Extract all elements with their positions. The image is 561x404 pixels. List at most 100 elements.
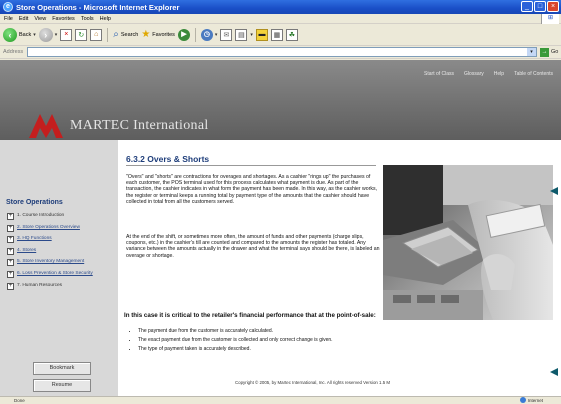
- dropdown-arrow-icon[interactable]: ▾: [250, 32, 253, 38]
- window-title: Store Operations - Microsoft Internet Ex…: [16, 2, 180, 12]
- sidebar-buttons: Bookmark Resume: [33, 362, 91, 396]
- expand-icon[interactable]: +: [7, 224, 14, 232]
- sidebar-item-hq-functions[interactable]: + 3. HQ Functions: [7, 236, 115, 244]
- mail-icon[interactable]: ✉: [220, 28, 233, 41]
- sidebar-item-store-operations-overview[interactable]: + 2. Store Operations Overview: [7, 224, 115, 232]
- history-icon: ◷: [200, 28, 213, 41]
- nav-start-of-class[interactable]: Start of Class: [424, 71, 454, 77]
- nav-help[interactable]: Help: [494, 71, 504, 77]
- sidebar-item-label[interactable]: 4. Stores: [17, 248, 36, 254]
- address-dropdown-icon[interactable]: ▾: [527, 48, 536, 56]
- nav-table-of-contents[interactable]: Table of Contents: [514, 71, 553, 77]
- expand-icon[interactable]: +: [7, 236, 14, 244]
- address-input[interactable]: ▾: [27, 47, 537, 57]
- star-icon: ★: [141, 29, 151, 40]
- menu-edit[interactable]: Edit: [19, 16, 28, 22]
- title-bar: e Store Operations - Microsoft Internet …: [0, 0, 561, 14]
- internet-zone-icon: [519, 397, 526, 403]
- expand-icon[interactable]: +: [7, 247, 14, 255]
- expand-icon[interactable]: +: [7, 270, 14, 278]
- ie-icon: e: [3, 2, 13, 12]
- expand-icon[interactable]: +: [7, 213, 14, 220]
- back-label: Back: [19, 31, 32, 38]
- critical-statement: In this case it is critical to the retai…: [124, 312, 376, 319]
- bookmark-button[interactable]: Bookmark: [33, 362, 91, 375]
- sidebar-item-loss-prevention[interactable]: + 6. Loss Prevention & Store Security: [7, 270, 115, 278]
- bullet-list: The payment due from the customer is acc…: [138, 328, 468, 355]
- menu-view[interactable]: View: [34, 16, 46, 22]
- toolbar-separator: [194, 27, 196, 42]
- status-bar: Done Internet: [0, 396, 561, 404]
- windows-logo-icon: ⊞: [541, 14, 559, 24]
- stop-icon[interactable]: ×: [60, 28, 73, 41]
- brand-name: MARTEC International: [70, 118, 209, 133]
- security-zone: Internet: [519, 397, 543, 403]
- cashier-photo: [383, 165, 553, 320]
- menu-tools[interactable]: Tools: [81, 16, 94, 22]
- sidebar-item-label[interactable]: 7. Human Resources: [17, 283, 62, 289]
- previous-arrow-icon[interactable]: [550, 368, 558, 376]
- title-divider: [126, 165, 376, 166]
- history-button[interactable]: ◷ ▾: [200, 28, 218, 41]
- status-text: Done: [14, 398, 25, 403]
- address-bar: Address ▾ → Go: [0, 46, 561, 59]
- sidebar-item-label[interactable]: 2. Store Operations Overview: [17, 225, 80, 231]
- menu-file[interactable]: File: [4, 16, 13, 22]
- media-button[interactable]: ▶: [177, 28, 190, 41]
- forward-arrow-icon: ›: [38, 27, 53, 42]
- toolbar: ‹ Back ▾ › ▾ × ↻ ⌂ ⌕ Search ★ Favorites …: [0, 24, 561, 46]
- address-label: Address: [3, 49, 24, 55]
- close-button[interactable]: ×: [547, 1, 559, 12]
- sidebar-item-label[interactable]: 3. HQ Functions: [17, 236, 52, 242]
- refresh-icon[interactable]: ↻: [75, 28, 88, 41]
- list-item: The exact payment due from the customer …: [138, 337, 468, 343]
- home-icon[interactable]: ⌂: [90, 28, 103, 41]
- maximize-button[interactable]: □: [534, 1, 546, 12]
- browser-window: e Store Operations - Microsoft Internet …: [0, 0, 561, 404]
- sidebar-title: Store Operations: [6, 199, 63, 206]
- window-controls: _ □ ×: [521, 1, 559, 12]
- paragraph-overs-shorts: "Overs" and "shorts" are contractions fo…: [126, 174, 378, 205]
- dropdown-arrow-icon: ▾: [33, 31, 36, 38]
- page-title: 6.3.2 Overs & Shorts: [126, 154, 210, 164]
- sidebar-item-label[interactable]: 6. Loss Prevention & Store Security: [17, 271, 93, 277]
- discuss-icon[interactable]: ▦: [270, 28, 283, 41]
- list-item: The type of payment taken is accurately …: [138, 346, 468, 352]
- minimize-button[interactable]: _: [521, 1, 533, 12]
- menu-favorites[interactable]: Favorites: [52, 16, 75, 22]
- favorites-button[interactable]: ★ Favorites: [141, 29, 175, 40]
- expand-icon[interactable]: +: [7, 259, 14, 267]
- sidebar-item-label[interactable]: 1. Course Introduction: [17, 213, 64, 219]
- search-label: Search: [120, 31, 139, 38]
- sidebar-item-store-inventory-management[interactable]: + 5. Store Inventory Management: [7, 259, 115, 267]
- menu-bar: File Edit View Favorites Tools Help ⊞: [0, 14, 561, 24]
- go-arrow-icon[interactable]: →: [540, 47, 549, 57]
- next-arrow-icon[interactable]: [550, 187, 558, 195]
- nav-glossary[interactable]: Glossary: [464, 71, 484, 77]
- resume-button[interactable]: Resume: [33, 379, 91, 392]
- back-button[interactable]: ‹ Back ▾: [3, 27, 36, 42]
- forward-button[interactable]: › ▾: [38, 27, 57, 42]
- paragraph-end-of-shift: At the end of the shift, or sometimes mo…: [126, 234, 380, 259]
- sidebar-item-label[interactable]: 5. Store Inventory Management: [17, 259, 84, 265]
- go-button[interactable]: Go: [551, 49, 558, 55]
- sidebar-item-course-introduction[interactable]: + 1. Course Introduction: [7, 213, 115, 220]
- site-header: Start of Class Glossary Help Table of Co…: [0, 60, 561, 140]
- sidebar: Store Operations + 1. Course Introductio…: [0, 140, 118, 396]
- martec-logo-icon: [29, 114, 63, 138]
- favorites-label: Favorites: [152, 31, 175, 38]
- dropdown-arrow-icon: ▾: [214, 31, 218, 38]
- search-button[interactable]: ⌕ Search: [113, 29, 138, 40]
- copyright-text: Copyright © 2005, by Martec Internationa…: [235, 380, 391, 385]
- main-content: 6.3.2 Overs & Shorts "Overs" and "shorts…: [118, 140, 561, 396]
- edit-icon[interactable]: ▬: [255, 28, 268, 41]
- toolbar-separator: [107, 27, 109, 42]
- sidebar-item-human-resources[interactable]: + 7. Human Resources: [7, 282, 115, 290]
- sidebar-item-stores[interactable]: + 4. Stores: [7, 247, 115, 255]
- messenger-icon[interactable]: ☘: [285, 28, 298, 41]
- expand-icon[interactable]: +: [7, 282, 14, 290]
- list-item: The payment due from the customer is acc…: [138, 328, 468, 334]
- page-content: Start of Class Glossary Help Table of Co…: [0, 60, 561, 396]
- menu-help[interactable]: Help: [100, 16, 111, 22]
- print-icon[interactable]: ▤: [235, 28, 248, 41]
